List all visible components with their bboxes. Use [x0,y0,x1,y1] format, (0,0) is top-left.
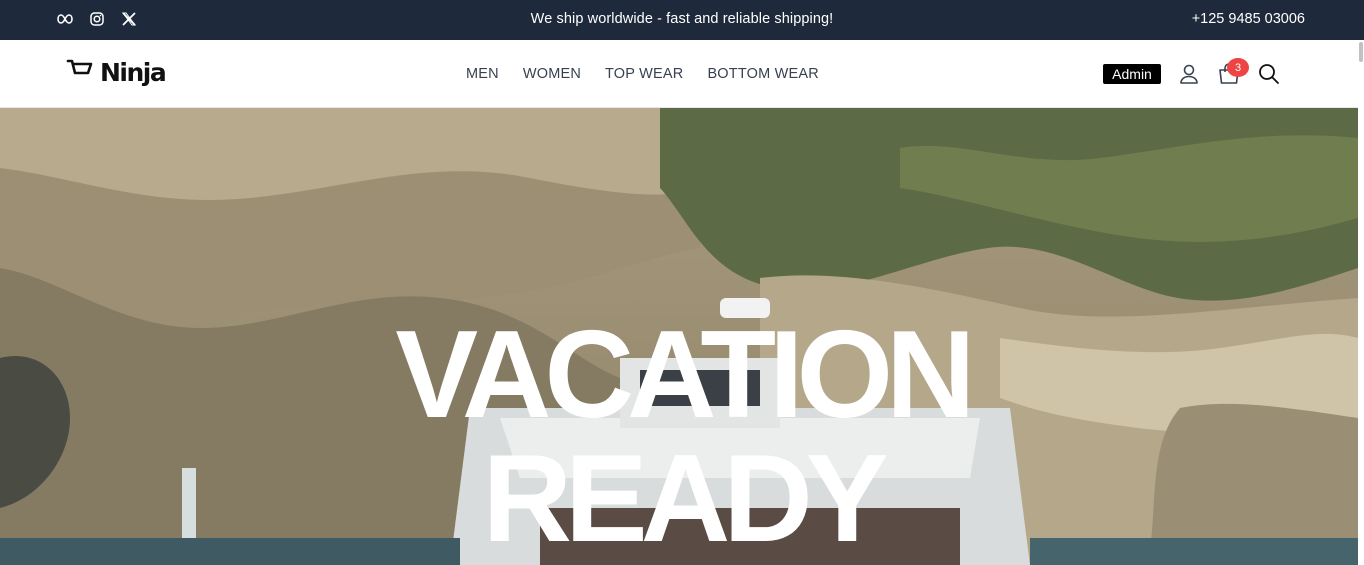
cart-logo-icon [66,58,94,87]
logo[interactable]: Ninja [66,58,167,87]
nav-item-men[interactable]: MEN [466,66,499,82]
nav-item-bottom-wear[interactable]: BOTTOM WEAR [707,66,819,82]
hero-heading: VACATION READY [0,313,1358,561]
site-header: Ninja MEN WOMEN TOP WEAR BOTTOM WEAR Adm… [0,40,1364,108]
admin-button[interactable]: Admin [1103,64,1161,84]
page-scrollbar[interactable] [1358,40,1364,565]
user-icon[interactable] [1178,63,1200,90]
hero-banner: VACATION READY [0,108,1358,565]
logo-text: Ninja [100,58,167,87]
nav-item-women[interactable]: WOMEN [523,66,581,82]
hero-heading-line-2: READY [482,430,888,565]
top-announcement-bar: We ship worldwide - fast and reliable sh… [0,0,1364,40]
main-nav: MEN WOMEN TOP WEAR BOTTOM WEAR [466,66,819,82]
shipping-announcement: We ship worldwide - fast and reliable sh… [530,11,834,27]
nav-item-top-wear[interactable]: TOP WEAR [605,66,683,82]
scrollbar-thumb[interactable] [1359,42,1363,62]
search-icon[interactable] [1258,63,1280,90]
hero-heading-line-1: VACATION [395,306,975,444]
cart-count-badge: 3 [1227,58,1249,77]
phone-number[interactable]: +125 9485 03006 [1192,11,1305,27]
